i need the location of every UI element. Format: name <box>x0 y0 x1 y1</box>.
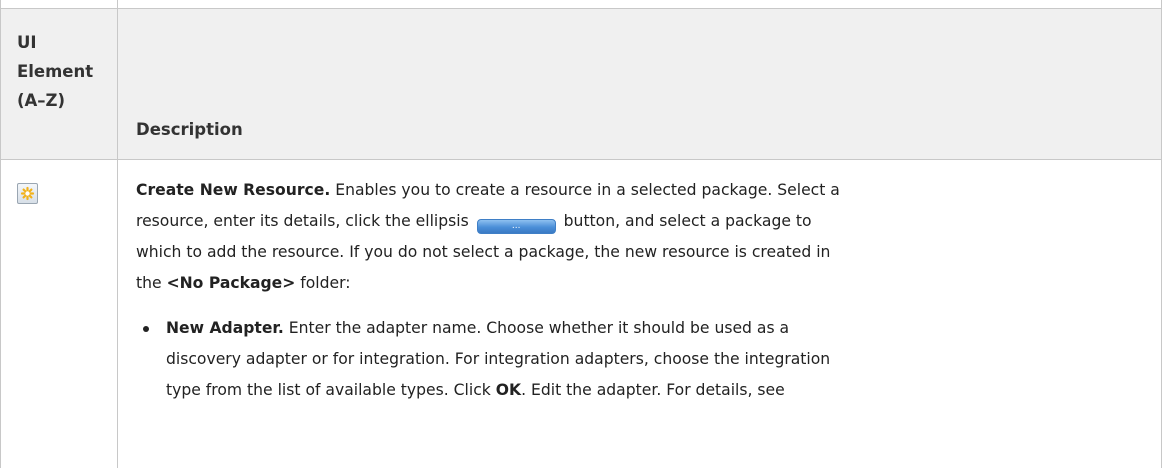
description-line: discovery adapter or for integration. Fo… <box>166 350 831 368</box>
resource-options-list: New Adapter. Enter the adapter name. Cho… <box>136 313 1146 406</box>
table-left-border <box>0 0 1 468</box>
column-divider <box>117 0 118 468</box>
description-line: resource, enter its details, click the e… <box>136 206 1146 237</box>
description-line: New Adapter. Enter the adapter name. Cho… <box>166 313 1146 344</box>
column-header-ui-element: UI Element (A–Z) <box>17 28 109 115</box>
new-resource-star-icon <box>17 183 38 204</box>
new-adapter-title: New Adapter. <box>166 319 284 337</box>
column-header-line: (A–Z) <box>17 91 66 110</box>
column-header-description: Description <box>136 120 243 139</box>
description-cell: Create New Resource. Enables you to crea… <box>136 175 1146 406</box>
description-line: the <No Package> folder: <box>136 268 1146 299</box>
description-line: type from the list of available types. C… <box>166 375 1146 406</box>
description-text: folder: <box>295 274 351 292</box>
column-header-line: UI <box>17 33 37 52</box>
description-text: Enter the adapter name. Choose whether i… <box>283 319 790 337</box>
description-text: . Edit the adapter. For details, see <box>521 381 785 399</box>
ui-element-table: UI Element (A–Z) Description Create New … <box>0 0 1162 468</box>
description-text: button, and select a package to <box>558 212 812 230</box>
list-item-new-adapter: New Adapter. Enter the adapter name. Cho… <box>136 313 1146 406</box>
description-line: Create New Resource. Enables you to crea… <box>136 175 1146 206</box>
bullet-icon <box>143 326 149 332</box>
description-text: resource, enter its details, click the e… <box>136 212 469 230</box>
column-header-line: Element <box>17 62 94 81</box>
header-bottom-border <box>0 159 1162 160</box>
description-text: the <box>136 274 167 292</box>
table-top-border <box>0 8 1162 9</box>
description-line: which to add the resource. If you do not… <box>136 243 831 261</box>
description-text: type from the list of available types. C… <box>166 381 496 399</box>
ellipsis-button[interactable]: ... <box>476 219 556 234</box>
resource-title: Create New Resource. <box>136 181 331 199</box>
description-text: Enables you to create a resource in a se… <box>330 181 840 199</box>
no-package-label: <No Package> <box>166 274 296 292</box>
ok-label: OK <box>495 381 522 399</box>
